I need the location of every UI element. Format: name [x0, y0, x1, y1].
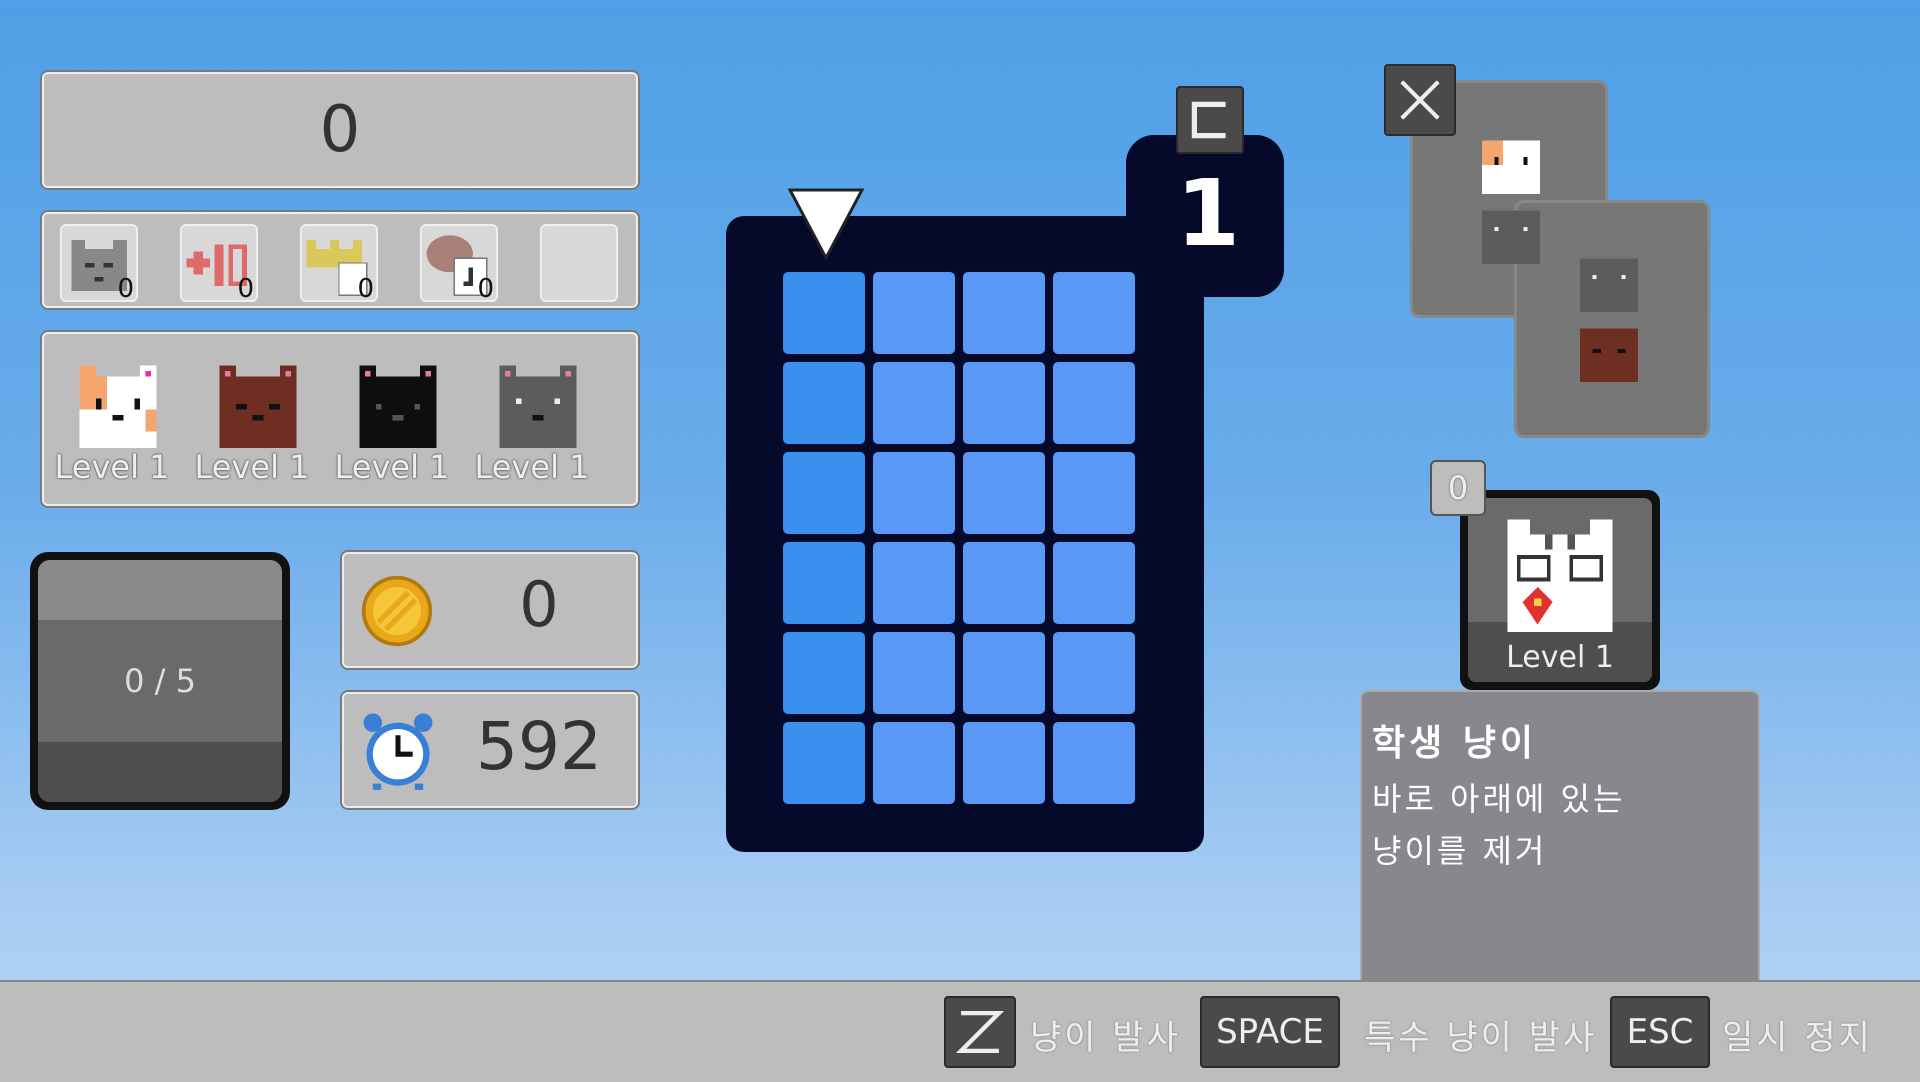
next-count: 1	[1176, 160, 1241, 267]
special-cat-card: Level 1	[1460, 490, 1660, 690]
z-key[interactable]	[944, 996, 1016, 1068]
preview-brown-cat-icon	[1580, 328, 1638, 382]
cat-level-panel: Level 1 Level 1 Level 1 Level 1	[42, 332, 638, 506]
student-cat-icon	[1507, 519, 1613, 632]
board-cell	[963, 362, 1045, 444]
timer-value: 592	[476, 708, 602, 785]
plus-ten-item-slot[interactable]: 0	[180, 224, 258, 304]
board-cell	[873, 632, 955, 714]
board-cell	[963, 542, 1045, 624]
game-board	[726, 216, 1204, 852]
hold-key[interactable]	[1176, 86, 1244, 154]
controls-bar: 냥이 발사 SPACE 특수 냥이 발사 ESC 일시 정지	[0, 980, 1920, 1082]
hold-c-icon	[1191, 101, 1226, 139]
item-count: 0	[237, 274, 254, 304]
score-value: 0	[319, 93, 361, 167]
special-cat-desc-line1: 바로 아래에 있는	[1372, 780, 1626, 818]
board-cell	[963, 632, 1045, 714]
board-cell	[963, 722, 1045, 804]
coin-icon	[361, 575, 433, 647]
special-count-badge: 0	[1430, 460, 1486, 516]
board-cell	[873, 722, 955, 804]
board-cell	[1053, 362, 1135, 444]
space-action-label: 특수 냥이 발사	[1364, 1018, 1598, 1058]
empty-item-slot[interactable]	[540, 224, 618, 302]
board-cell	[873, 272, 955, 354]
special-cat-title: 학생 냥이	[1372, 723, 1538, 764]
z-key-icon	[955, 1010, 1005, 1054]
cat-level-label: Level 1	[334, 448, 450, 486]
progress-box: 0 / 5	[30, 552, 290, 810]
preview-calico-cat-icon	[1482, 140, 1540, 194]
score-panel: 0	[42, 72, 638, 188]
preview-gray-cat-icon	[1482, 210, 1540, 264]
esc-key[interactable]: ESC	[1610, 996, 1710, 1068]
item-count: 0	[357, 274, 374, 304]
brown-cat-card: Level 1	[192, 352, 312, 486]
gray-cat-card: Level 1	[472, 352, 592, 486]
alarm-clock-icon	[363, 713, 433, 790]
palette-item-slot[interactable]: 0	[420, 224, 498, 304]
board-cell	[1053, 632, 1135, 714]
angry-cat-item-slot[interactable]: 0	[60, 224, 138, 304]
item-panel: 0 0 0 0	[42, 212, 638, 308]
black-cat-card: Level 1	[332, 352, 452, 486]
board-cell	[1053, 272, 1135, 354]
preview-gray-cat-icon	[1580, 258, 1638, 312]
cat-level-label: Level 1	[194, 448, 310, 486]
drop-pointer-icon	[788, 188, 864, 260]
board-cell	[783, 542, 865, 624]
board-cell	[1053, 452, 1135, 534]
special-description-panel: 학생 냥이 바로 아래에 있는 냥이를 제거	[1360, 690, 1760, 990]
board-cell	[873, 362, 955, 444]
brown-cat-icon	[219, 365, 297, 448]
progress-text: 0 / 5	[124, 662, 196, 700]
close-preview-button[interactable]	[1384, 64, 1456, 136]
board-cell	[873, 542, 955, 624]
calico-cat-icon	[79, 365, 157, 448]
board-cell	[783, 452, 865, 534]
gray-cat-icon	[499, 365, 577, 448]
z-action-label: 냥이 발사	[1030, 1018, 1181, 1058]
coin-count: 0	[519, 568, 559, 641]
board-cell	[783, 722, 865, 804]
board-cell	[783, 362, 865, 444]
item-count: 0	[477, 274, 494, 304]
coin-panel: 0	[342, 552, 638, 668]
board-cell	[783, 632, 865, 714]
special-cat-level: Level 1	[1506, 640, 1614, 675]
board-cell	[873, 452, 955, 534]
black-cat-icon	[359, 365, 437, 448]
board-cell	[783, 272, 865, 354]
calico-cat-card: Level 1	[52, 352, 172, 486]
board-cell	[963, 452, 1045, 534]
board-cell	[963, 272, 1045, 354]
esc-action-label: 일시 정지	[1722, 1018, 1873, 1058]
special-cat-desc-line2: 냥이를 제거	[1372, 832, 1548, 870]
crown-item-slot[interactable]: 0	[300, 224, 378, 304]
space-key[interactable]: SPACE	[1200, 996, 1340, 1068]
cat-level-label: Level 1	[54, 448, 170, 486]
timer-panel: 592	[342, 692, 638, 808]
close-icon	[1400, 80, 1440, 120]
board-cell	[1053, 722, 1135, 804]
item-count: 0	[117, 274, 134, 304]
cat-level-label: Level 1	[474, 448, 590, 486]
board-cell	[1053, 542, 1135, 624]
